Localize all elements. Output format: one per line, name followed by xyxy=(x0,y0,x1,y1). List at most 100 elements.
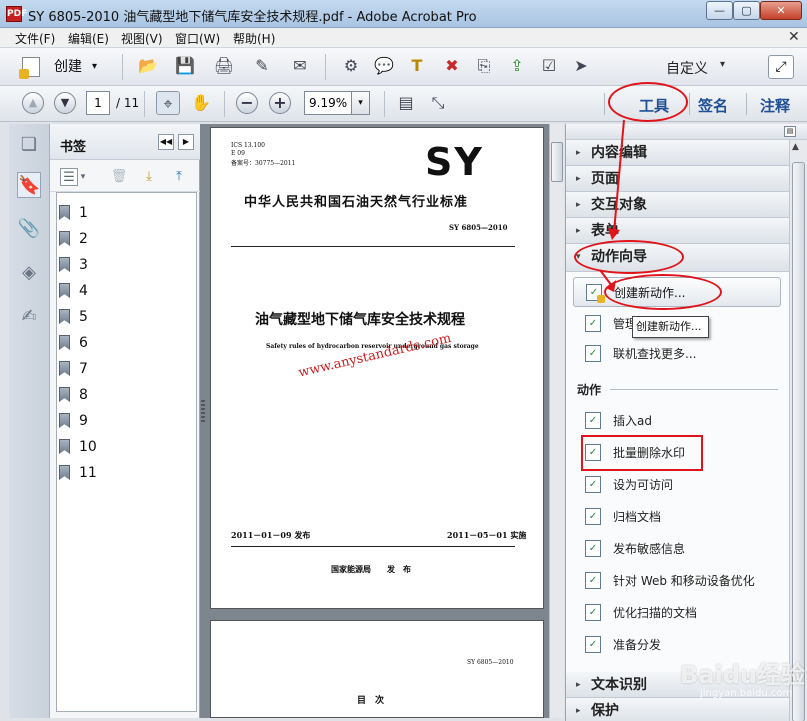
email-icon[interactable]: ✉ xyxy=(288,54,312,78)
zoom-dropdown-button[interactable]: ▾ xyxy=(352,91,370,115)
tab-sign[interactable]: 签名 xyxy=(698,95,728,116)
bookmark-item[interactable]: 4 xyxy=(79,281,88,301)
layers-icon[interactable]: ◈ xyxy=(17,260,41,286)
page-thumbnails-icon[interactable]: ❏ xyxy=(17,132,41,158)
open-folder-icon[interactable]: 📂 xyxy=(136,54,160,78)
fit-width-icon[interactable]: ⤡ xyxy=(426,91,450,115)
gear-icon[interactable]: ⚙ xyxy=(339,54,363,78)
baidu-watermark: Baidu经验 xyxy=(680,661,805,689)
form-icon[interactable]: ☑ xyxy=(537,54,561,78)
minimize-button[interactable]: — xyxy=(706,1,733,20)
previous-page-icon[interactable]: ▲ xyxy=(22,92,44,114)
standard-organization: 中华人民共和国石油天然气行业标准 xyxy=(244,195,469,210)
bookmark-item[interactable]: 1 xyxy=(79,203,88,223)
tools-panel-scrollbar[interactable]: ▲ xyxy=(789,140,807,721)
annotation-box-remove-watermark xyxy=(581,435,703,471)
create-button[interactable]: 创建 ▾ xyxy=(16,55,108,79)
combine-files-icon[interactable]: ⎘ xyxy=(472,54,496,78)
hand-tool-icon[interactable]: ✋ xyxy=(189,91,213,115)
section-label: 页面 xyxy=(591,171,619,187)
menu-view[interactable]: 视图(V) xyxy=(121,30,163,47)
bookmark-item[interactable]: 7 xyxy=(79,359,88,379)
collapse-panel-icon[interactable]: ◀◀ xyxy=(158,134,174,150)
expand-arrow-icon: ▸ xyxy=(576,200,581,210)
comment-icon[interactable]: 💬 xyxy=(372,54,396,78)
menu-file[interactable]: 文件(F) xyxy=(15,30,55,47)
bookmark-item[interactable]: 6 xyxy=(79,333,88,353)
zoom-out-icon[interactable]: − xyxy=(236,92,258,114)
footer-rule xyxy=(231,546,515,547)
gear-icon: ✓ xyxy=(585,315,601,332)
chevron-down-icon[interactable]: ▾ xyxy=(78,168,88,186)
actions-heading: 动作 xyxy=(577,383,602,397)
new-bookmark-icon[interactable]: ⤓ xyxy=(140,168,158,186)
section-label: 保护 xyxy=(591,703,619,719)
close-window-button[interactable]: ✕ xyxy=(760,1,802,20)
section-interactive-objects[interactable]: ▸ 交互对象 xyxy=(566,192,790,218)
document-title-cn: 油气藏型地下储气库安全技术规程 xyxy=(255,312,465,328)
panel-options-icon[interactable]: ▤ xyxy=(784,126,796,137)
action-checklist-icon: ✓ xyxy=(585,572,601,589)
section-forms[interactable]: ▸ 表单 xyxy=(566,218,790,244)
effective-date: 2011－05－01 实施 xyxy=(447,530,527,540)
document-scrollbar[interactable] xyxy=(549,124,564,718)
attachment-icon[interactable]: 📎 xyxy=(17,216,41,242)
action-label: 优化扫描的文档 xyxy=(613,606,698,620)
edit-document-icon[interactable]: ✎ xyxy=(250,54,274,78)
signature-icon[interactable]: ✍ xyxy=(17,304,41,330)
page-total: / 11 xyxy=(116,96,140,110)
chevron-right-icon[interactable]: ▶ xyxy=(178,134,194,150)
tab-comment[interactable]: 注释 xyxy=(760,95,790,116)
section-protection[interactable]: ▸ 保护 xyxy=(566,698,790,721)
bookmark-item[interactable]: 8 xyxy=(79,385,88,405)
zoom-input[interactable] xyxy=(304,91,352,115)
select-tool-icon[interactable]: ⌖ xyxy=(156,91,180,115)
trash-icon[interactable]: 🗑 xyxy=(110,168,128,186)
bookmark-item[interactable]: 10 xyxy=(79,437,97,457)
pointer-icon[interactable]: ➤ xyxy=(569,54,593,78)
acrobat-app-icon: PDF xyxy=(6,6,27,22)
chevron-down-icon[interactable]: ▾ xyxy=(720,59,725,70)
pane-splitter-handle[interactable] xyxy=(201,400,205,424)
zoom-in-icon[interactable]: + xyxy=(269,92,291,114)
chevron-down-icon: ▾ xyxy=(92,61,98,72)
export-icon[interactable]: ⇪ xyxy=(505,54,529,78)
pdf-page-1: ICS 13.100 E 09 备案号：30775—2011 SY 中华人民共和… xyxy=(210,127,544,609)
maximize-button[interactable]: ▢ xyxy=(733,1,760,20)
tools-panel: ▤ ▸ 内容编辑 ▸ 页面 ▸ 交互对象 ▸ 表单 ▾ 动作向导 ▸ 文本识别 … xyxy=(565,124,807,721)
menu-window[interactable]: 窗口(W) xyxy=(175,30,220,47)
fit-page-icon[interactable]: ▤ xyxy=(394,91,418,115)
expand-arrow-icon: ▸ xyxy=(576,706,581,716)
close-document-icon[interactable]: ✕ xyxy=(788,29,800,45)
section-pages[interactable]: ▸ 页面 xyxy=(566,166,790,192)
save-icon[interactable]: 💾 xyxy=(173,54,197,78)
print-icon[interactable]: 🖨 xyxy=(212,54,236,78)
options-menu-icon[interactable]: ☰ xyxy=(60,168,78,186)
bookmark-item[interactable]: 9 xyxy=(79,411,88,431)
section-content-editing[interactable]: ▸ 内容编辑 xyxy=(566,140,790,166)
bookmarks-header: 书签 ◀◀ ▶ xyxy=(50,124,200,160)
expand-icon[interactable]: ⤢ xyxy=(768,55,794,79)
next-page-icon[interactable]: ▼ xyxy=(54,92,76,114)
page-number-input[interactable] xyxy=(86,91,110,115)
bookmark-item[interactable]: 3 xyxy=(79,255,88,275)
highlight-text-icon[interactable]: T xyxy=(405,54,429,78)
site-watermark: www.anystandards.com xyxy=(297,330,453,381)
promote-bookmark-icon[interactable]: ⤒ xyxy=(170,168,188,186)
bookmark-item[interactable]: 11 xyxy=(79,463,97,483)
delete-page-icon[interactable]: ✖ xyxy=(440,54,464,78)
bookmark-item[interactable]: 5 xyxy=(79,307,88,327)
window-title: SY 6805-2010 油气藏型地下储气库安全技术规程.pdf - Adobe… xyxy=(28,10,477,25)
bookmark-icon[interactable]: 🔖 xyxy=(17,172,41,198)
tools-panel-scroll-thumb[interactable] xyxy=(792,162,805,721)
menu-help[interactable]: 帮助(H) xyxy=(233,30,275,47)
bookmarks-title: 书签 xyxy=(60,140,87,155)
action-checklist-icon: ✓ xyxy=(585,636,601,653)
tab-divider xyxy=(746,93,747,115)
menu-edit[interactable]: 编辑(E) xyxy=(68,30,109,47)
bookmark-item[interactable]: 2 xyxy=(79,229,88,249)
document-scroll-thumb[interactable] xyxy=(551,142,563,182)
scroll-up-icon[interactable]: ▲ xyxy=(792,142,799,152)
customize-dropdown[interactable]: 自定义 xyxy=(666,58,708,78)
action-checklist-icon: ✓ xyxy=(585,412,601,429)
